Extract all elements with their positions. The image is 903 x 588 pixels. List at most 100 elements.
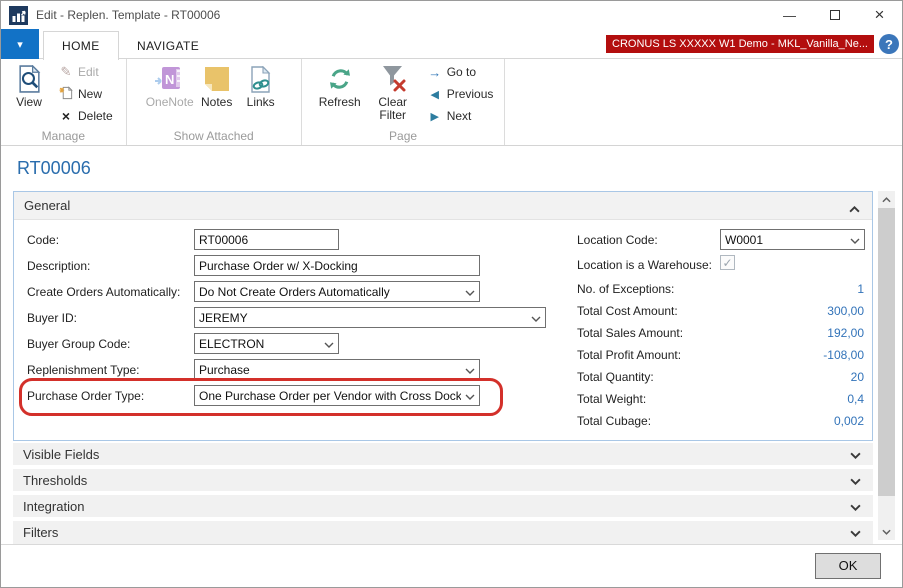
location-is-warehouse-checkbox[interactable]: ✓ (720, 255, 735, 270)
scroll-down-arrow-icon[interactable] (878, 523, 895, 540)
total-cost-amount-value: 300,00 (744, 304, 864, 318)
clear-filter-button[interactable]: Clear Filter (366, 61, 420, 124)
next-triangle-icon: ▶ (427, 110, 443, 123)
links-chain-icon (249, 63, 273, 95)
notes-button[interactable]: Notes (195, 61, 239, 111)
view-label: View (16, 96, 42, 109)
footer-bar: OK (1, 544, 902, 587)
goto-label: Go to (447, 65, 476, 79)
links-button[interactable]: Links (239, 61, 283, 111)
replenishment-type-select[interactable]: Purchase (194, 359, 480, 380)
delete-button[interactable]: × Delete (55, 105, 116, 127)
application-menu-button[interactable]: ▾ (1, 29, 39, 59)
location-code-select[interactable]: W0001 (720, 229, 865, 250)
chevron-down-icon (850, 530, 861, 537)
no-of-exceptions-label: No. of Exceptions: (577, 282, 674, 296)
goto-button[interactable]: → Go to (424, 61, 497, 83)
chevron-down-icon (465, 290, 475, 296)
ok-button[interactable]: OK (815, 553, 881, 579)
total-weight-label: Total Weight: (577, 392, 646, 406)
svg-text:N: N (165, 72, 174, 87)
app-logo-icon (9, 6, 28, 25)
fasttab-visible-fields[interactable]: Visible Fields (13, 443, 873, 467)
buyer-id-select[interactable]: JEREMY (194, 307, 546, 328)
edit-button[interactable]: ✎ Edit (55, 61, 116, 83)
window-title: Edit - Replen. Template - RT00006 (36, 8, 220, 22)
code-input[interactable] (194, 229, 339, 250)
onenote-button[interactable]: N OneNote (141, 61, 195, 111)
chevron-down-icon (850, 238, 860, 244)
refresh-button[interactable]: Refresh (314, 61, 366, 111)
previous-label: Previous (447, 87, 494, 101)
maximize-button[interactable] (812, 1, 857, 29)
description-input[interactable] (194, 255, 480, 276)
fasttab-thresholds[interactable]: Thresholds (13, 469, 873, 493)
company-badge: CRONUS LS XXXXX W1 Demo - MKL_Vanilla_Ne… (606, 35, 874, 53)
page-group-label: Page (302, 129, 505, 143)
chevron-down-icon (465, 394, 475, 400)
location-code-label: Location Code: (577, 233, 658, 247)
general-fasttab: General Code: Description: Create Orders… (13, 191, 873, 441)
goto-arrow-icon: → (427, 65, 443, 80)
purchase-order-type-label: Purchase Order Type: (27, 389, 144, 403)
next-button[interactable]: ▶ Next (424, 105, 497, 127)
buyer-id-label: Buyer ID: (27, 311, 77, 325)
fasttab-integration[interactable]: Integration (13, 495, 873, 519)
onenote-label: OneNote (146, 96, 190, 109)
vertical-scrollbar[interactable] (878, 191, 895, 540)
minimize-icon: — (783, 8, 796, 23)
scroll-up-arrow-icon[interactable] (878, 191, 895, 208)
page-title: RT00006 (17, 158, 91, 179)
total-weight-value: 0,4 (744, 392, 864, 406)
description-label: Description: (27, 259, 90, 273)
general-header-label: General (24, 198, 70, 213)
refresh-label: Refresh (319, 96, 361, 109)
code-label: Code: (27, 233, 59, 247)
scrollbar-thumb[interactable] (878, 208, 895, 496)
fasttab-filters[interactable]: Filters (13, 521, 873, 546)
clear-filter-icon (378, 63, 408, 95)
help-button[interactable]: ? (879, 34, 899, 54)
general-fasttab-header[interactable]: General (14, 192, 872, 220)
total-profit-amount-label: Total Profit Amount: (577, 348, 681, 362)
previous-button[interactable]: ◀ Previous (424, 83, 497, 105)
create-orders-automatically-label: Create Orders Automatically: (27, 285, 180, 299)
create-orders-automatically-select[interactable]: Do Not Create Orders Automatically (194, 281, 480, 302)
close-icon: × (875, 5, 885, 25)
new-button[interactable]: New (55, 83, 116, 105)
no-of-exceptions-value[interactable]: 1 (744, 282, 864, 296)
chevron-down-icon (850, 452, 861, 459)
buyer-group-code-select[interactable]: ELECTRON (194, 333, 339, 354)
total-sales-amount-value: 192,00 (744, 326, 864, 340)
new-page-icon (58, 85, 74, 103)
chevron-down-icon (465, 368, 475, 374)
ribbon-group-page: Refresh Clear Filter → Go to (302, 59, 506, 145)
total-quantity-value: 20 (744, 370, 864, 384)
ribbon: View ✎ Edit New (1, 59, 902, 146)
refresh-icon (326, 63, 354, 95)
previous-triangle-icon: ◀ (427, 88, 443, 101)
total-profit-amount-value: -108,00 (744, 348, 864, 362)
delete-label: Delete (78, 109, 113, 123)
show-attached-group-label: Show Attached (127, 129, 301, 143)
pencil-icon: ✎ (58, 64, 74, 80)
ribbon-tab-row: ▾ HOME NAVIGATE CRONUS LS XXXXX W1 Demo … (1, 29, 902, 59)
view-document-icon (17, 63, 42, 95)
caret-down-icon: ▾ (17, 38, 23, 51)
delete-x-icon: × (58, 108, 74, 124)
view-button[interactable]: View (7, 61, 51, 111)
notes-sticky-icon (204, 63, 230, 95)
title-bar: Edit - Replen. Template - RT00006 — × (1, 1, 902, 29)
maximize-icon (830, 10, 840, 20)
onenote-icon: N (154, 63, 182, 95)
app-window: Edit - Replen. Template - RT00006 — × ▾ … (0, 0, 903, 588)
chevron-down-icon (850, 504, 861, 511)
tab-navigate[interactable]: NAVIGATE (119, 31, 217, 60)
close-button[interactable]: × (857, 1, 902, 29)
tab-home[interactable]: HOME (43, 31, 119, 60)
chevron-up-icon[interactable] (849, 201, 860, 216)
minimize-button[interactable]: — (767, 1, 812, 29)
purchase-order-type-select[interactable]: One Purchase Order per Vendor with Cross… (194, 385, 480, 406)
total-cubage-value: 0,002 (744, 414, 864, 428)
links-label: Links (247, 96, 275, 109)
